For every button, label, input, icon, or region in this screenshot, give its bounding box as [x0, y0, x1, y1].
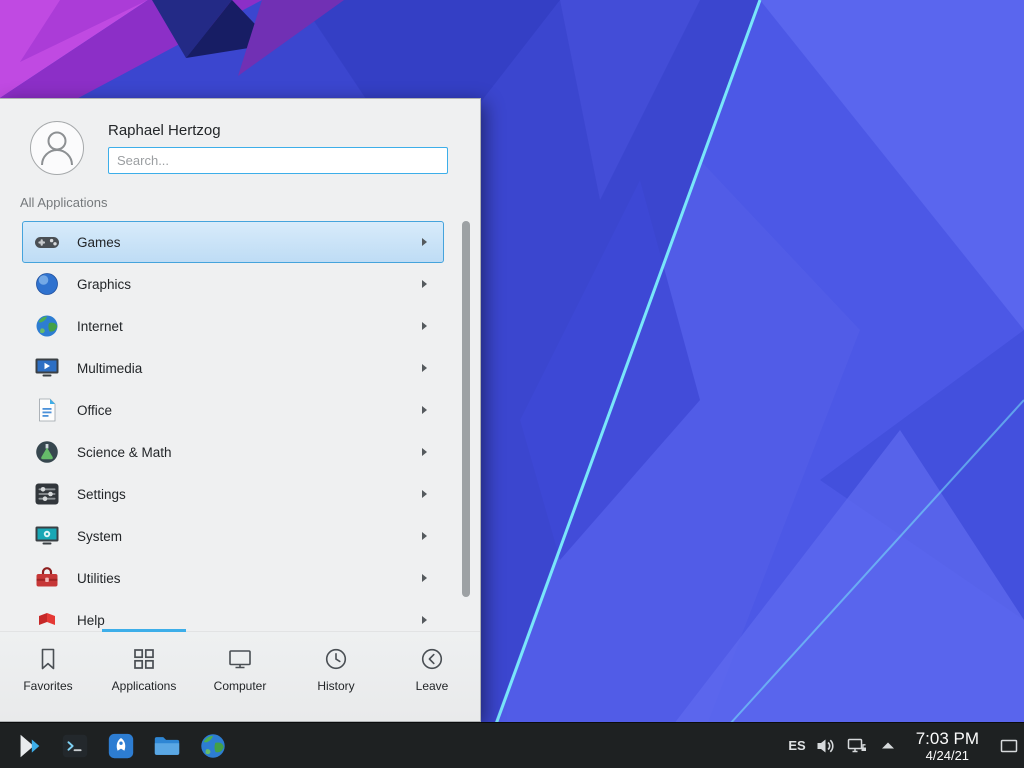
taskbar-app-icons	[6, 727, 236, 765]
tab-applications[interactable]: Applications	[96, 632, 192, 721]
category-list: Games Graphics Internet Multi	[0, 215, 480, 631]
history-icon	[323, 646, 349, 672]
launcher-tab-bar: Favorites Applications Computer	[0, 631, 480, 721]
category-item-multimedia[interactable]: Multimedia	[22, 347, 444, 389]
file-manager-button[interactable]	[148, 727, 186, 765]
internet-icon	[33, 312, 61, 340]
app-launcher-button[interactable]	[10, 727, 48, 765]
submenu-arrow-icon	[422, 406, 427, 414]
category-item-graphics[interactable]: Graphics	[22, 263, 444, 305]
category-label: Science & Math	[77, 445, 406, 460]
show-desktop-button[interactable]	[996, 723, 1022, 768]
user-avatar[interactable]	[30, 121, 84, 175]
multimedia-icon	[33, 354, 61, 382]
category-label: Multimedia	[77, 361, 406, 376]
category-item-utilities[interactable]: Utilities	[22, 557, 444, 599]
system-tray: ES 7:03 PM 4/24/21	[788, 723, 1022, 768]
clock[interactable]: 7:03 PM 4/24/21	[916, 729, 979, 763]
web-browser-button[interactable]	[194, 727, 232, 765]
applications-icon	[131, 646, 157, 672]
category-item-internet[interactable]: Internet	[22, 305, 444, 347]
tab-label: History	[317, 679, 354, 693]
tab-computer[interactable]: Computer	[192, 632, 288, 721]
tab-leave[interactable]: Leave	[384, 632, 480, 721]
search-input[interactable]	[108, 147, 448, 174]
section-label: All Applications	[0, 183, 480, 215]
settings-icon	[33, 480, 61, 508]
category-label: Graphics	[77, 277, 406, 292]
tray-expand-button[interactable]	[877, 735, 899, 757]
submenu-arrow-icon	[422, 322, 427, 330]
category-label: Internet	[77, 319, 406, 334]
tab-label: Applications	[112, 679, 177, 693]
volume-icon	[815, 735, 837, 757]
category-label: Settings	[77, 487, 406, 502]
graphics-icon	[33, 270, 61, 298]
terminal-icon	[60, 731, 90, 761]
submenu-arrow-icon	[422, 364, 427, 372]
volume-button[interactable]	[815, 735, 837, 757]
submenu-arrow-icon	[422, 238, 427, 246]
launcher-header: Raphael Hertzog	[0, 99, 480, 183]
software-center-icon	[106, 731, 136, 761]
leave-icon	[419, 646, 445, 672]
favorites-icon	[35, 646, 61, 672]
submenu-arrow-icon	[422, 448, 427, 456]
submenu-arrow-icon	[422, 616, 427, 624]
category-label: Utilities	[77, 571, 406, 586]
tab-history[interactable]: History	[288, 632, 384, 721]
category-item-help[interactable]: Help	[22, 599, 444, 631]
category-label: Office	[77, 403, 406, 418]
tab-label: Computer	[214, 679, 267, 693]
tab-favorites[interactable]: Favorites	[0, 632, 96, 721]
clock-date: 4/24/21	[916, 748, 979, 763]
submenu-arrow-icon	[422, 490, 427, 498]
category-item-science-math[interactable]: Science & Math	[22, 431, 444, 473]
user-name: Raphael Hertzog	[108, 121, 448, 141]
taskbar: ES 7:03 PM 4/24/21	[0, 722, 1024, 768]
category-item-games[interactable]: Games	[22, 221, 444, 263]
utilities-icon	[33, 564, 61, 592]
category-item-settings[interactable]: Settings	[22, 473, 444, 515]
keyboard-layout-indicator[interactable]: ES	[788, 738, 805, 753]
tray-icons	[815, 735, 899, 757]
tab-label: Favorites	[23, 679, 72, 693]
tab-label: Leave	[416, 679, 449, 693]
clock-time: 7:03 PM	[916, 729, 979, 748]
software-center-button[interactable]	[102, 727, 140, 765]
games-icon	[33, 228, 61, 256]
system-icon	[33, 522, 61, 550]
help-icon	[33, 606, 61, 631]
expand-arrow-icon	[877, 735, 899, 757]
network-icon	[846, 735, 868, 757]
submenu-arrow-icon	[422, 574, 427, 582]
office-icon	[33, 396, 61, 424]
submenu-arrow-icon	[422, 532, 427, 540]
user-avatar-icon	[31, 122, 83, 174]
category-label: Help	[77, 613, 406, 628]
application-launcher-menu: Raphael Hertzog All Applications Games G…	[0, 98, 481, 722]
launcher-header-right: Raphael Hertzog	[108, 121, 448, 175]
category-item-system[interactable]: System	[22, 515, 444, 557]
file-manager-icon	[152, 731, 182, 761]
computer-icon	[227, 646, 253, 672]
category-item-office[interactable]: Office	[22, 389, 444, 431]
network-button[interactable]	[846, 735, 868, 757]
submenu-arrow-icon	[422, 280, 427, 288]
scrollbar-thumb[interactable]	[462, 221, 470, 597]
show-desktop-icon	[998, 735, 1020, 757]
category-label: System	[77, 529, 406, 544]
active-tab-indicator	[102, 629, 186, 632]
terminal-button[interactable]	[56, 727, 94, 765]
science-icon	[33, 438, 61, 466]
web-browser-icon	[198, 731, 228, 761]
category-label: Games	[77, 235, 406, 250]
app-launcher-icon	[14, 731, 44, 761]
